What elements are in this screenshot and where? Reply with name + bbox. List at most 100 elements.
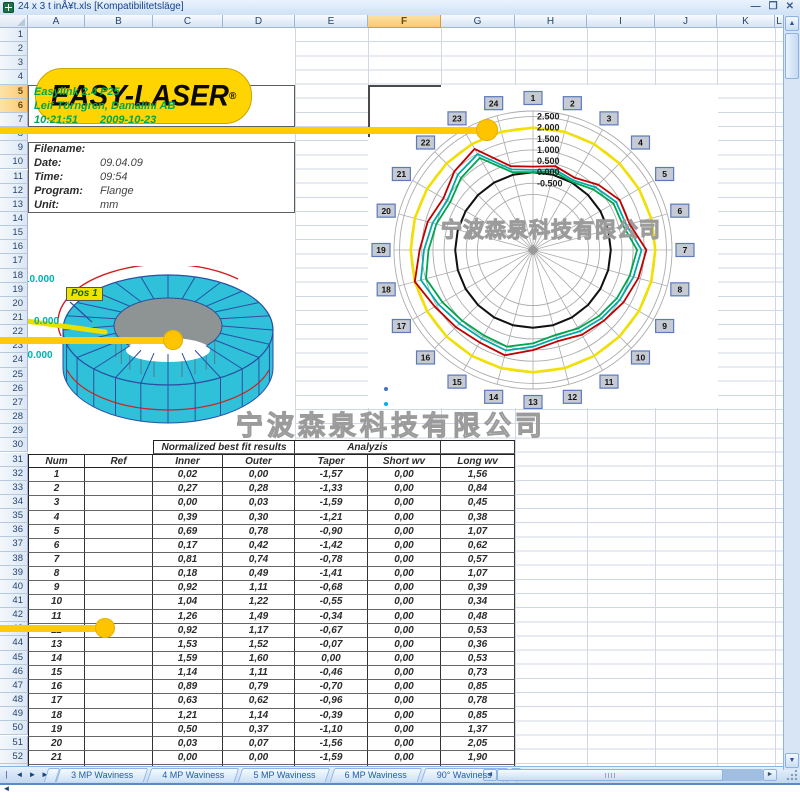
- table-cell[interactable]: 0,00: [368, 666, 441, 680]
- table-cell[interactable]: 0,00: [368, 468, 441, 482]
- table-cell[interactable]: -1,56: [295, 737, 368, 751]
- table-cell[interactable]: 1,22: [223, 595, 295, 609]
- table-cell[interactable]: 0,50: [153, 723, 223, 737]
- table-cell[interactable]: 19: [28, 723, 85, 737]
- table-cell[interactable]: 1,07: [441, 567, 515, 581]
- table-cell[interactable]: -0,90: [295, 525, 368, 539]
- restore-button[interactable]: ❐: [769, 1, 778, 13]
- table-cell[interactable]: -0,55: [295, 595, 368, 609]
- table-cell[interactable]: [85, 468, 153, 482]
- table-cell[interactable]: 3: [28, 496, 85, 510]
- table-cell[interactable]: [85, 751, 153, 765]
- table-cell[interactable]: 0,34: [441, 595, 515, 609]
- table-cell[interactable]: 0,00: [153, 496, 223, 510]
- table-cell[interactable]: 0,18: [153, 567, 223, 581]
- table-cell[interactable]: 0,17: [153, 539, 223, 553]
- row-header-3[interactable]: 3: [0, 56, 28, 70]
- column-header-E[interactable]: E: [295, 15, 368, 28]
- select-all-corner[interactable]: [0, 15, 28, 28]
- table-cell[interactable]: [85, 496, 153, 510]
- table-cell[interactable]: -0,70: [295, 680, 368, 694]
- row-header-1[interactable]: 1: [0, 28, 28, 42]
- table-cell[interactable]: 0,30: [223, 511, 295, 525]
- table-cell[interactable]: 20: [28, 737, 85, 751]
- table-cell[interactable]: -0,96: [295, 694, 368, 708]
- table-cell[interactable]: 16: [28, 680, 85, 694]
- row-header-45[interactable]: 45: [0, 651, 28, 665]
- close-button[interactable]: ✕: [786, 1, 794, 13]
- table-cell[interactable]: 0,00: [153, 751, 223, 765]
- table-cell[interactable]: [85, 525, 153, 539]
- table-cell[interactable]: 0,00: [368, 595, 441, 609]
- table-cell[interactable]: 0,00: [368, 723, 441, 737]
- row-header-28[interactable]: 28: [0, 410, 28, 424]
- table-cell[interactable]: -1,57: [295, 468, 368, 482]
- table-cell[interactable]: 0,42: [223, 539, 295, 553]
- sheet-tab-label[interactable]: 3 MP Waviness: [58, 768, 146, 782]
- table-cell[interactable]: 7: [28, 553, 85, 567]
- table-cell[interactable]: 0,74: [223, 553, 295, 567]
- row-header-29[interactable]: 29: [0, 424, 28, 438]
- table-cell[interactable]: 8: [28, 567, 85, 581]
- table-cell[interactable]: [85, 567, 153, 581]
- table-cell[interactable]: 0,62: [223, 694, 295, 708]
- table-cell[interactable]: [85, 553, 153, 567]
- table-cell[interactable]: -0,68: [295, 581, 368, 595]
- table-cell[interactable]: 1,49: [223, 610, 295, 624]
- table-cell[interactable]: 0,00: [223, 751, 295, 765]
- row-header-30[interactable]: 30: [0, 438, 28, 452]
- column-header-K[interactable]: K: [717, 15, 775, 28]
- table-cell[interactable]: 1,56: [441, 468, 515, 482]
- table-cell[interactable]: 0,36: [441, 638, 515, 652]
- table-cell[interactable]: 0,00: [368, 581, 441, 595]
- table-cell[interactable]: 0,00: [368, 539, 441, 553]
- table-cell[interactable]: 0,45: [441, 496, 515, 510]
- table-cell[interactable]: -0,07: [295, 638, 368, 652]
- column-header-H[interactable]: H: [515, 15, 587, 28]
- table-cell[interactable]: 0,03: [223, 496, 295, 510]
- table-cell[interactable]: 0,79: [223, 680, 295, 694]
- table-cell[interactable]: 0,57: [441, 553, 515, 567]
- table-cell[interactable]: [85, 723, 153, 737]
- table-cell[interactable]: -1,59: [295, 496, 368, 510]
- table-cell[interactable]: 0,00: [368, 553, 441, 567]
- row-header-15[interactable]: 15: [0, 226, 28, 240]
- table-cell[interactable]: [85, 638, 153, 652]
- table-cell[interactable]: 15: [28, 666, 85, 680]
- table-cell[interactable]: 0,00: [368, 525, 441, 539]
- table-cell[interactable]: 5: [28, 525, 85, 539]
- tab-nav-button[interactable]: |◄: [2, 768, 11, 796]
- row-header-44[interactable]: 44: [0, 636, 28, 650]
- row-header-6[interactable]: 6: [0, 99, 28, 113]
- column-header-F[interactable]: F: [368, 15, 441, 28]
- row-header-51[interactable]: 51: [0, 736, 28, 750]
- table-cell[interactable]: 0,00: [368, 680, 441, 694]
- row-header-21[interactable]: 21: [0, 311, 28, 325]
- row-header-52[interactable]: 52: [0, 750, 28, 764]
- table-cell[interactable]: [85, 680, 153, 694]
- table-cell[interactable]: 11: [28, 610, 85, 624]
- table-cell[interactable]: 1,14: [153, 666, 223, 680]
- table-cell[interactable]: 14: [28, 652, 85, 666]
- table-cell[interactable]: -1,10: [295, 723, 368, 737]
- row-header-32[interactable]: 32: [0, 467, 28, 481]
- table-cell[interactable]: 0,07: [223, 737, 295, 751]
- table-cell[interactable]: 1,53: [153, 638, 223, 652]
- table-cell[interactable]: [85, 610, 153, 624]
- table-cell[interactable]: 0,89: [153, 680, 223, 694]
- table-cell[interactable]: -1,42: [295, 539, 368, 553]
- table-cell[interactable]: -1,21: [295, 511, 368, 525]
- table-cell[interactable]: -1,59: [295, 751, 368, 765]
- row-header-46[interactable]: 46: [0, 665, 28, 679]
- table-cell[interactable]: 1,17: [223, 624, 295, 638]
- hscroll-thumb[interactable]: [497, 769, 723, 781]
- table-cell[interactable]: 2: [28, 482, 85, 496]
- table-cell[interactable]: 0,39: [153, 511, 223, 525]
- row-header-18[interactable]: 18: [0, 269, 28, 283]
- tab-nav-button[interactable]: ►: [28, 768, 37, 796]
- table-cell[interactable]: 0,00: [223, 468, 295, 482]
- table-cell[interactable]: 0,78: [441, 694, 515, 708]
- row-header-7[interactable]: 7: [0, 113, 28, 127]
- table-cell[interactable]: 10: [28, 595, 85, 609]
- table-cell[interactable]: 0,85: [441, 680, 515, 694]
